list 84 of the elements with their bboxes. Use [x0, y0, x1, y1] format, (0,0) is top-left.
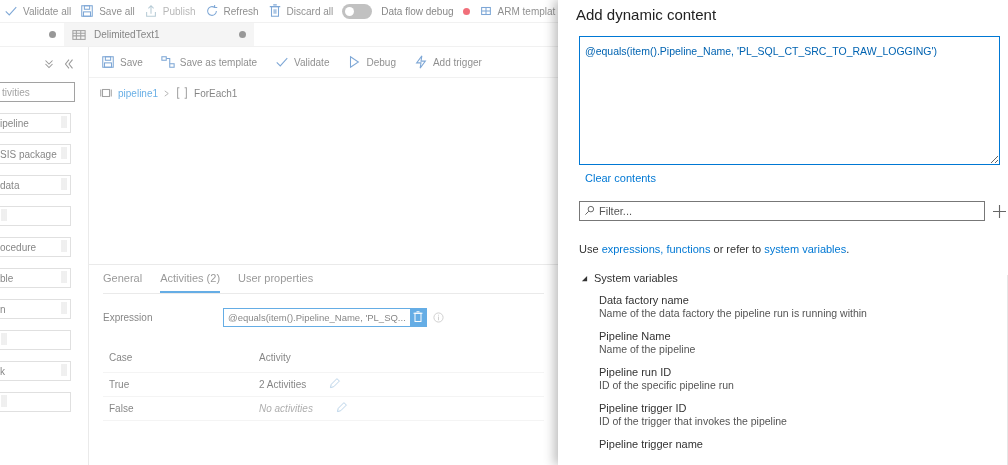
help-link[interactable]: expressions, functions [601, 243, 711, 255]
breadcrumb-link[interactable]: pipeline1 [118, 87, 159, 99]
search-icon [584, 205, 595, 216]
table-cell-text: False [109, 403, 135, 414]
activity-item[interactable]: data [0, 175, 71, 195]
activity-item[interactable] [0, 392, 71, 412]
pipeline-icon [99, 86, 113, 100]
variable-name[interactable]: Pipeline run ID [599, 366, 1006, 379]
table-icon [72, 27, 86, 42]
lightning-icon [413, 55, 428, 69]
drag-handle-icon [0, 208, 8, 224]
delete-icon[interactable] [409, 308, 426, 326]
variable-description: Name of the data factory the pipeline run is running within [599, 307, 868, 320]
save-icon [80, 4, 95, 18]
expression-editor[interactable]: @equals(item().Pipeline_Name, 'PL_SQL_CT_SRC_TO_RAW_LOGGING') [579, 36, 1000, 165]
variable-name[interactable]: Pipeline trigger name [599, 438, 1006, 451]
column-header: Case [109, 351, 134, 363]
column-header: Activity [259, 351, 292, 363]
activity-item[interactable] [0, 206, 71, 226]
template-icon [160, 55, 175, 69]
properties-tab[interactable]: General [103, 265, 143, 293]
drag-handle-icon [60, 363, 68, 379]
filter-field[interactable]: Filter... [579, 201, 985, 221]
drag-handle-icon [60, 239, 68, 255]
toolbar-button[interactable]: Save all [80, 4, 135, 18]
drag-handle-icon [60, 270, 68, 286]
check-icon [275, 55, 290, 69]
table-cell: No activities [259, 403, 313, 414]
drag-handle-icon [0, 394, 8, 410]
status-dot-icon [462, 7, 470, 15]
drag-handle-icon [60, 115, 68, 131]
drag-handle-icon [60, 146, 68, 162]
activity-item[interactable]: k [0, 361, 71, 381]
toolbar-button[interactable]: Discard all [267, 4, 334, 18]
activity-item[interactable]: ble [0, 268, 71, 288]
drag-handle-icon [0, 332, 8, 348]
field-label: Expression [103, 311, 154, 323]
refresh-icon [204, 4, 219, 18]
properties-tab[interactable]: Activities (2) [160, 265, 221, 293]
variable-name[interactable]: Pipeline Name [599, 330, 1006, 343]
save-icon [101, 55, 115, 69]
toolbar-button[interactable]: Validate all [4, 4, 72, 18]
toolbar-button[interactable]: ARM templat [478, 4, 556, 18]
add-icon[interactable] [993, 204, 1006, 218]
chevron-down-icon[interactable] [42, 57, 56, 71]
upload-icon [143, 4, 158, 18]
toolbar-button[interactable]: Validate [275, 55, 330, 69]
variable-description: Name of the pipeline [599, 343, 697, 356]
info-icon [432, 311, 444, 323]
help-text: Use expressions, functions or refer to system variables. [579, 243, 851, 255]
activity-item[interactable]: ipeline [0, 113, 71, 133]
variable-description: ID of the trigger that invokes the pipeline [599, 415, 788, 428]
table-cell-text: True [109, 379, 131, 390]
document-tab[interactable]: DelimitedText1 [64, 23, 254, 46]
activity-item[interactable] [0, 330, 71, 350]
drag-handle-icon [60, 301, 68, 317]
loop-icon [175, 86, 190, 100]
variable-description: ID of the specific pipeline run [599, 379, 735, 392]
collapse-icon[interactable] [62, 57, 76, 71]
toolbar-button[interactable]: Add trigger [413, 55, 482, 69]
activity-item[interactable]: SIS package [0, 144, 71, 164]
toolbar-button[interactable]: Refresh [204, 4, 259, 18]
activity-item[interactable]: n [0, 299, 71, 319]
toggle-switch[interactable] [342, 3, 373, 19]
variable-name[interactable]: Data factory name [599, 294, 1006, 307]
drag-handle-icon [60, 177, 68, 193]
breadcrumb-item: ForEach1 [194, 87, 238, 99]
check-icon [4, 4, 18, 18]
toolbar-button[interactable]: Debug [347, 55, 396, 69]
grid-icon [478, 4, 493, 18]
activity-item[interactable]: ocedure [0, 237, 71, 257]
play-icon [347, 55, 362, 69]
trash-icon [267, 4, 282, 18]
toolbar-button[interactable]: Save [101, 55, 143, 69]
variable-name[interactable]: Pipeline trigger ID [599, 402, 1006, 415]
table-cell: 2 Activities [259, 379, 307, 390]
expression-field[interactable]: @equals(item().Pipeline_Name, 'PL_SQ... [223, 307, 427, 327]
toggle-label: Data flow debug [381, 5, 454, 17]
search-field[interactable]: tivities [0, 82, 75, 102]
tree-node[interactable]: System variables [576, 267, 1006, 289]
toolbar-button[interactable]: Save as template [160, 55, 258, 69]
panel-title: Add dynamic content [576, 6, 718, 23]
clear-contents-link[interactable]: Clear contents [585, 172, 656, 184]
properties-tab[interactable]: User properties [238, 265, 314, 293]
